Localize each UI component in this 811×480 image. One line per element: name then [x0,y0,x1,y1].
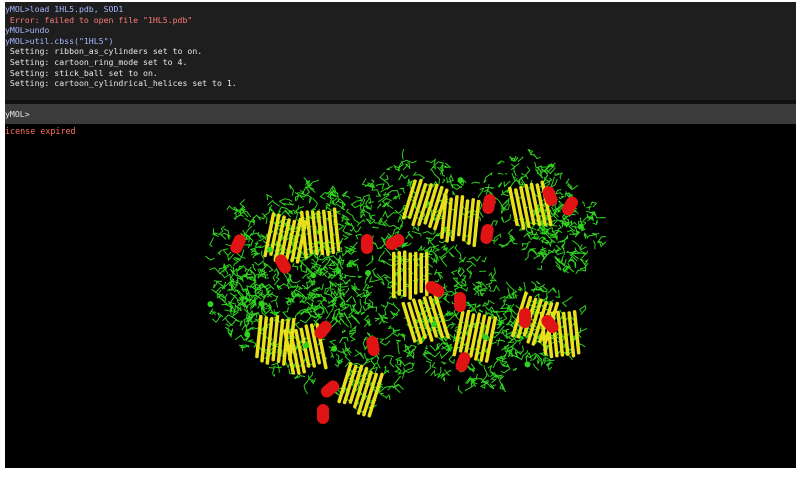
log-line: yMOL>undo [5,25,50,36]
atom-ball [577,223,584,230]
helix-cylinder [519,308,531,328]
output-log: yMOL>load 1HL5.pdb, SOD1 Error: failed t… [5,2,796,100]
log-line: yMOL>load 1HL5.pdb, SOD1 [5,4,124,14]
beta-strand [408,252,412,300]
atom-ball [258,300,265,307]
log-line: Setting: cartoon_ring_mode set to 4. [5,56,188,67]
beta-strand [397,250,401,296]
helix-cylinder [482,194,496,214]
command-bar: yMOL> [5,104,796,124]
atom-ball [207,301,214,308]
beta-strand [414,251,418,295]
atom-ball [482,333,489,340]
command-prompt: yMOL> [5,109,30,119]
beta-sheet [337,362,384,418]
atom-ball [310,272,317,279]
atom-ball [457,177,464,184]
helix-cylinder [480,224,494,244]
atom-ball [431,321,438,328]
helix-cylinder [317,404,329,424]
atom-ball [303,342,310,349]
beta-sheet [440,194,481,248]
helix-cylinder [361,234,373,254]
log-line: Setting: cartoon_cylindrical_helices set… [5,78,237,89]
atom-ball [331,345,338,352]
license-expired-message: icense expired [5,126,76,136]
log-line: yMOL>util.cbss("1HL5") [5,35,114,46]
molecule-render [205,148,607,424]
molecule-viewer[interactable]: icense expired [5,124,796,468]
beta-sheet [299,207,341,259]
atom-ball [365,269,372,276]
command-input[interactable] [37,107,777,120]
beta-strand [419,252,423,294]
atom-ball [524,361,531,368]
log-line: Error: failed to open file "1HL5.pdb" [5,14,193,25]
pymol-window: yMOL>load 1HL5.pdb, SOD1 Error: failed t… [5,2,796,468]
helix-cylinder [320,380,340,398]
helix-cylinder [385,234,405,250]
helix-cylinder [454,292,466,312]
beta-strand [392,251,396,299]
atom-ball [335,268,342,275]
beta-strand [403,250,407,298]
log-line: Setting: ribbon_as_cylinders set to on. [5,46,203,57]
log-line: Setting: stick_ball set to on. [5,67,158,78]
atom-ball [244,331,251,338]
beta-sheet [452,309,498,363]
atom-ball [266,246,273,253]
